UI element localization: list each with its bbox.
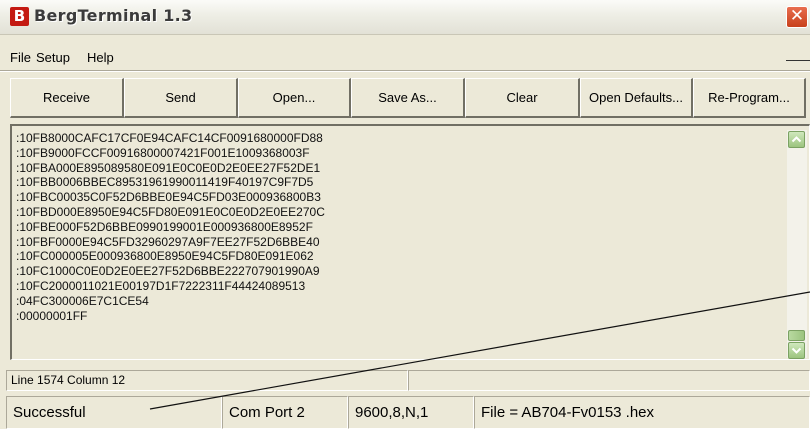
annotation-line	[149, 291, 810, 410]
app-window: B BergTerminal 1.3 ✕ File Setup Help Rec…	[0, 0, 810, 429]
